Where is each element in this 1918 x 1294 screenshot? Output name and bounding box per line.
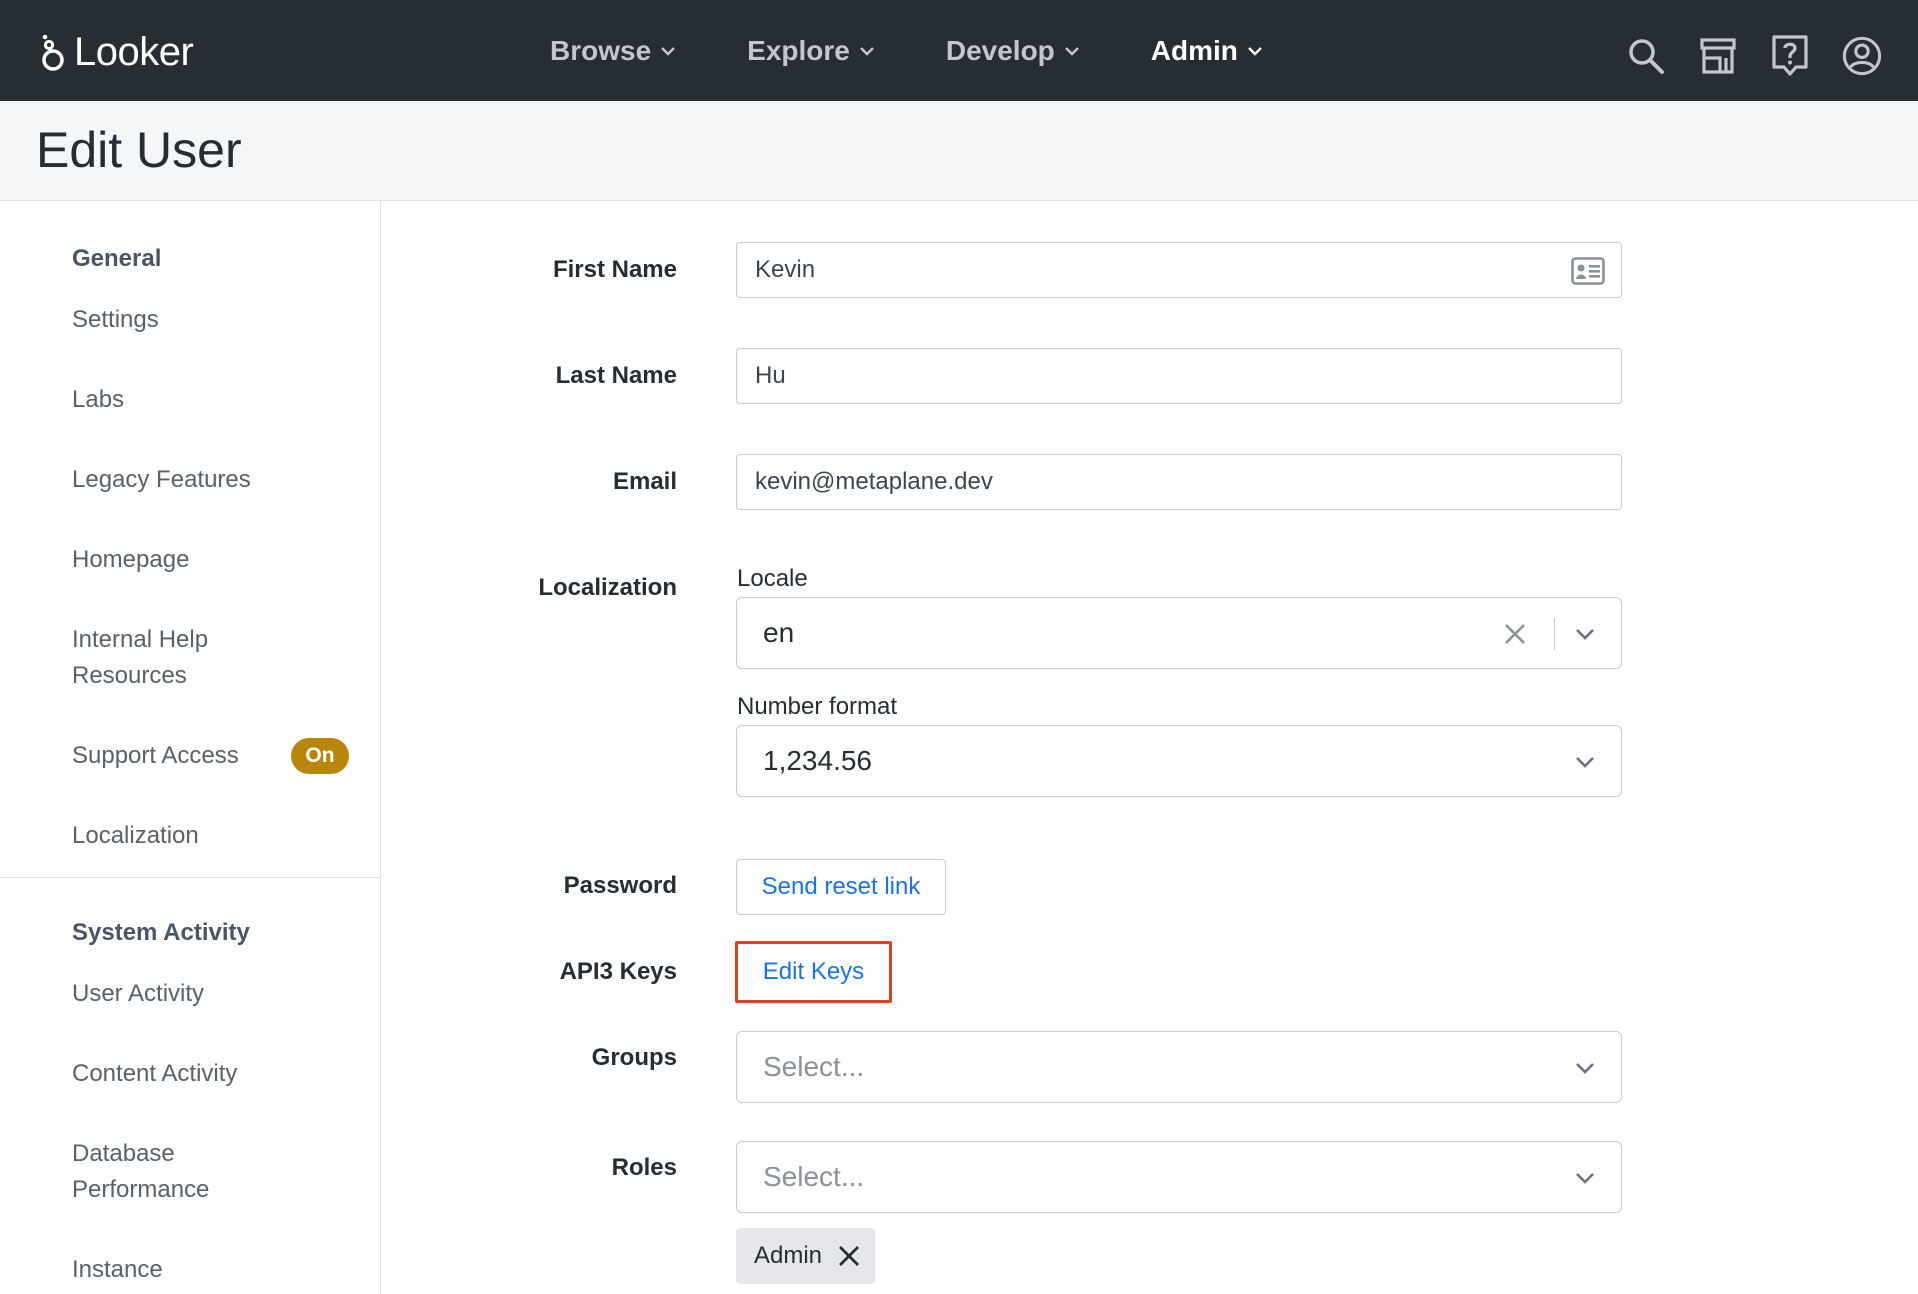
chevron-down-icon [1248, 46, 1262, 56]
top-right-icons [1626, 35, 1882, 76]
number-format-label: Number format [737, 693, 898, 720]
remove-chip-icon[interactable] [836, 1243, 862, 1269]
sidebar-item-localization[interactable]: Localization [72, 818, 332, 854]
page-header: Edit User [0, 101, 1918, 201]
locale-value: en [763, 617, 795, 648]
roles-label: Roles [611, 1154, 677, 1181]
main-nav: Browse Explore Develop Admin [550, 0, 1264, 101]
groups-select[interactable]: Select... [736, 1031, 1622, 1103]
chevron-down-icon [661, 46, 676, 56]
localization-label: Localization [538, 574, 677, 601]
clear-icon[interactable] [1501, 620, 1529, 648]
number-format-select[interactable]: 1,234.56 [736, 725, 1622, 797]
top-navigation-bar: Looker Browse Explore Develop Admin [0, 0, 1918, 101]
first-name-value: Kevin [755, 256, 816, 283]
sidebar-item-content-activity[interactable]: Content Activity [72, 1056, 332, 1092]
groups-placeholder: Select... [763, 1051, 865, 1082]
sidebar-divider [0, 877, 381, 878]
nav-browse[interactable]: Browse [550, 35, 677, 67]
sidebar-item-homepage[interactable]: Homepage [72, 542, 332, 578]
looker-logo-icon [42, 34, 64, 71]
first-name-field[interactable]: Kevin [736, 242, 1622, 298]
help-icon[interactable] [1770, 35, 1810, 76]
groups-label: Groups [591, 1044, 677, 1071]
page-title: Edit User [36, 122, 242, 178]
nav-admin[interactable]: Admin [1151, 35, 1264, 67]
role-chip-label: Admin [754, 1242, 823, 1269]
support-access-status-badge: On [291, 738, 349, 774]
sidebar-item-labs[interactable]: Labs [72, 382, 332, 418]
sidebar-item-internal-help-resources[interactable]: Internal Help Resources [72, 622, 232, 694]
chevron-down-icon[interactable] [1573, 750, 1597, 774]
send-reset-link-button[interactable]: Send reset link [736, 859, 946, 915]
sidebar-item-database-performance[interactable]: Database Performance [72, 1136, 232, 1208]
roles-select[interactable]: Select... [736, 1141, 1622, 1213]
number-format-value: 1,234.56 [763, 745, 872, 776]
sidebar-item-settings[interactable]: Settings [72, 302, 332, 338]
logo-text: Looker [74, 30, 194, 74]
chevron-down-icon [860, 46, 874, 56]
api3-keys-label: API3 Keys [559, 958, 677, 985]
chevron-down-icon[interactable] [1573, 1166, 1597, 1190]
contact-card-icon[interactable] [1571, 257, 1605, 285]
chevron-down-icon[interactable] [1573, 622, 1597, 646]
search-icon[interactable] [1626, 36, 1666, 76]
role-chip-admin: Admin [736, 1228, 875, 1284]
sidebar-item-user-activity[interactable]: User Activity [72, 976, 332, 1012]
nav-explore[interactable]: Explore [747, 35, 876, 67]
looker-logo[interactable]: Looker [38, 30, 194, 75]
locale-select[interactable]: en [736, 597, 1622, 669]
nav-develop[interactable]: Develop [946, 35, 1081, 67]
nav-browse-label: Browse [550, 34, 652, 66]
edit-keys-button[interactable]: Edit Keys [735, 941, 892, 1003]
email-field[interactable]: kevin@metaplane.dev [736, 454, 1622, 510]
nav-admin-label: Admin [1150, 34, 1238, 66]
marketplace-icon[interactable] [1698, 36, 1738, 76]
first-name-label: First Name [552, 256, 677, 283]
nav-develop-label: Develop [945, 34, 1055, 66]
last-name-label: Last Name [555, 362, 677, 389]
last-name-field[interactable]: Hu [736, 348, 1622, 404]
last-name-value: Hu [755, 362, 786, 389]
email-label: Email [612, 468, 677, 495]
admin-sidebar: General Settings Labs Legacy Features Ho… [0, 201, 381, 1294]
chevron-down-icon [1064, 46, 1079, 56]
account-icon[interactable] [1842, 36, 1882, 76]
chevron-down-icon[interactable] [1573, 1056, 1597, 1080]
sidebar-heading-general: General [72, 245, 162, 272]
locale-label: Locale [737, 565, 808, 592]
select-separator [1554, 618, 1555, 650]
sidebar-heading-system-activity: System Activity [72, 919, 250, 946]
sidebar-item-support-access[interactable]: Support Access [72, 738, 282, 774]
roles-placeholder: Select... [763, 1161, 865, 1192]
sidebar-item-legacy-features[interactable]: Legacy Features [72, 462, 332, 498]
sidebar-item-instance[interactable]: Instance [72, 1252, 332, 1288]
email-value: kevin@metaplane.dev [755, 468, 993, 495]
password-label: Password [563, 872, 677, 899]
nav-explore-label: Explore [747, 34, 850, 66]
